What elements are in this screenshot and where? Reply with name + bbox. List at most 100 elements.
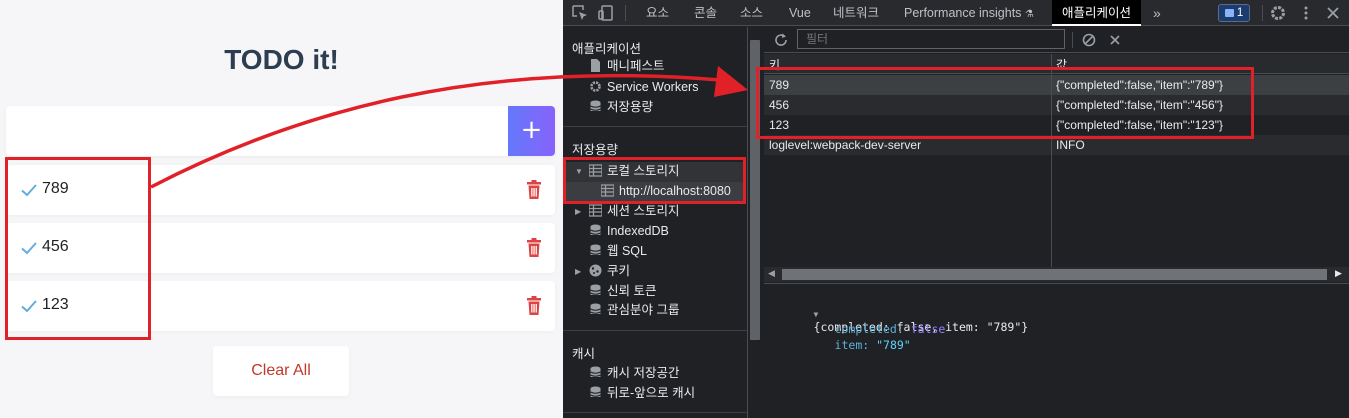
todo-app: TODO it! + 789 456 123 Clear All <box>0 0 563 418</box>
database-icon <box>590 284 601 295</box>
sidebar-item-interest-groups[interactable]: 관심분야 그룹 <box>589 301 679 320</box>
database-icon <box>590 366 601 377</box>
devtools-toolbar: 요소 콘솔 소스 Vue 네트워크 Performance insights ⚗… <box>563 0 1349 26</box>
sidebar-item-indexeddb[interactable]: IndexedDB <box>589 222 669 241</box>
row-key: 789 <box>769 78 790 92</box>
column-header-value[interactable]: 값 <box>1056 56 1067 73</box>
todo-item: 123 <box>6 281 555 331</box>
grid-icon <box>589 164 602 177</box>
sidebar-item-local-storage[interactable]: 로컬 스토리지 <box>589 162 679 181</box>
clear-all-button[interactable]: Clear All <box>213 346 349 396</box>
expand-arrow-right-icon[interactable]: ▶ <box>575 267 581 276</box>
file-icon <box>591 59 600 72</box>
section-application-heading: 애플리케이션 <box>572 42 642 56</box>
preview-field-key: item <box>834 338 863 352</box>
device-toggle-icon[interactable] <box>597 4 615 22</box>
storage-table-header: 키 값 <box>764 54 1349 74</box>
database-icon <box>590 244 601 255</box>
row-key: 456 <box>769 98 790 112</box>
sidebar-item-back-forward-cache[interactable]: 뒤로-앞으로 캐시 <box>589 384 695 403</box>
scrollbar-thumb[interactable] <box>782 269 1327 280</box>
more-tabs-icon[interactable]: » <box>1153 0 1161 26</box>
row-key: 123 <box>769 118 790 132</box>
table-row[interactable]: 456 {"completed":false,"item":"456"} <box>764 95 1349 115</box>
refresh-icon[interactable] <box>772 31 790 49</box>
row-value: INFO <box>1056 138 1085 152</box>
messages-badge[interactable]: 1 <box>1218 4 1250 22</box>
row-key: loglevel:webpack-dev-server <box>769 138 922 152</box>
table-row[interactable]: 789 {"completed":false,"item":"789"} <box>764 75 1349 95</box>
sidebar-item-localhost-origin[interactable]: http://localhost:8080 <box>601 182 731 201</box>
database-icon <box>590 386 601 397</box>
sidebar-item-service-workers[interactable]: Service Workers <box>589 78 698 97</box>
todo-text: 789 <box>42 180 69 197</box>
expand-arrow-right-icon[interactable]: ▶ <box>575 207 581 216</box>
row-value: {"completed":false,"item":"789"} <box>1056 78 1223 92</box>
row-value: {"completed":false,"item":"456"} <box>1056 98 1223 112</box>
sidebar-item-manifest[interactable]: 매니페스트 <box>589 57 665 76</box>
check-icon[interactable] <box>20 181 38 199</box>
filter-input[interactable] <box>797 29 1065 49</box>
sidebar-scrollbar[interactable] <box>750 40 760 340</box>
check-icon[interactable] <box>20 239 38 257</box>
tab-performance-insights-label: Performance insights <box>904 6 1022 20</box>
scroll-left-icon[interactable]: ◀ <box>768 268 775 279</box>
trash-icon[interactable] <box>526 238 542 257</box>
table-row[interactable]: loglevel:webpack-dev-server INFO <box>764 135 1349 155</box>
database-icon <box>590 100 601 111</box>
sidebar-item-cookies[interactable]: 쿠키 <box>589 262 630 281</box>
row-value: {"completed":false,"item":"123"} <box>1056 118 1223 132</box>
trash-icon[interactable] <box>526 296 542 315</box>
cookie-icon <box>589 264 602 277</box>
sidebar-item-session-storage[interactable]: 세션 스토리지 <box>589 202 679 221</box>
column-header-key[interactable]: 키 <box>769 56 780 73</box>
scroll-right-icon[interactable]: ▶ <box>1335 268 1342 279</box>
app-title: TODO it! <box>224 44 339 75</box>
tab-elements[interactable]: 요소 <box>646 0 669 26</box>
preview-field-value: "789" <box>876 338 911 352</box>
close-icon[interactable] <box>1324 4 1342 22</box>
sidebar-item-cache-storage[interactable]: 캐시 저장공간 <box>589 364 679 383</box>
preview-field: item: "789" <box>793 324 911 366</box>
message-icon <box>1224 9 1234 17</box>
database-icon <box>590 224 601 235</box>
kebab-menu-icon[interactable] <box>1297 4 1315 22</box>
clear-all-block-icon[interactable] <box>1080 31 1098 49</box>
todo-input-box: + <box>6 106 555 156</box>
delete-selected-icon[interactable] <box>1106 31 1124 49</box>
value-preview-pane: ▼ {completed: false, item: "789"} comple… <box>764 283 1349 418</box>
sidebar-item-storage[interactable]: 저장용량 <box>589 98 653 117</box>
todo-input[interactable] <box>6 106 508 156</box>
tab-performance-insights[interactable]: Performance insights ⚗ <box>904 0 1034 26</box>
todo-item: 456 <box>6 223 555 273</box>
application-sidebar: 애플리케이션 매니페스트 Service Workers 저장용량 저장용량 ▼… <box>563 27 748 418</box>
expand-arrow-down-icon[interactable]: ▼ <box>575 167 583 176</box>
todo-text: 123 <box>42 296 69 313</box>
grid-icon <box>601 184 614 197</box>
sidebar-item-web-sql[interactable]: 웹 SQL <box>589 242 647 261</box>
tab-console[interactable]: 콘솔 <box>694 0 717 26</box>
table-row[interactable]: 123 {"completed":false,"item":"123"} <box>764 115 1349 135</box>
check-icon[interactable] <box>20 297 38 315</box>
settings-gear-icon[interactable] <box>1269 4 1287 22</box>
database-icon <box>590 303 601 314</box>
gear-icon <box>590 81 601 92</box>
add-todo-button[interactable]: + <box>508 106 555 156</box>
tab-sources[interactable]: 소스 <box>740 0 763 26</box>
todo-text: 456 <box>42 238 69 255</box>
sidebar-item-trust-tokens[interactable]: 신뢰 토큰 <box>589 282 656 301</box>
table-horizontal-scrollbar[interactable]: ◀ ▶ <box>764 267 1349 282</box>
tab-vue[interactable]: Vue <box>789 0 811 26</box>
todo-item: 789 <box>6 165 555 215</box>
tab-network[interactable]: 네트워크 <box>833 0 879 26</box>
tab-application[interactable]: 애플리케이션 <box>1052 0 1142 26</box>
trash-icon[interactable] <box>526 180 542 199</box>
column-divider[interactable] <box>1051 54 1052 267</box>
devtools-panel: 요소 콘솔 소스 Vue 네트워크 Performance insights ⚗… <box>563 0 1349 418</box>
grid-icon <box>589 204 602 217</box>
storage-toolbar <box>764 27 1349 53</box>
message-count: 1 <box>1236 7 1244 19</box>
inspect-element-icon[interactable] <box>571 4 589 22</box>
preview-field-value: false <box>910 322 946 336</box>
preview-field-colon: : <box>862 338 877 352</box>
